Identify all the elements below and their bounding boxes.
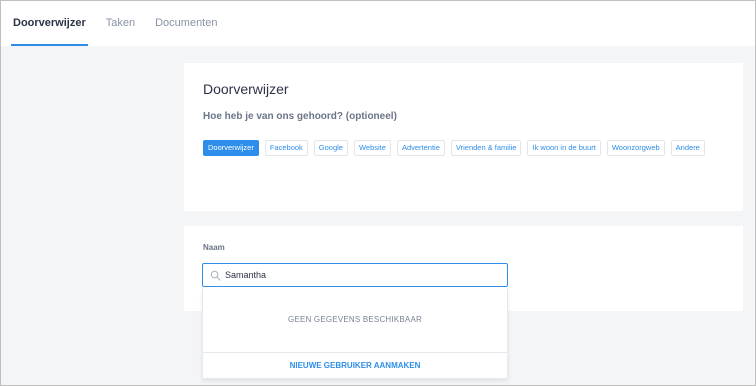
referral-question: Hoe heb je van ons gehoord? (optioneel)	[203, 111, 397, 122]
no-data-message: GEEN GEGEVENS BESCHIKBAAR	[288, 315, 422, 324]
search-results-dropdown: GEEN GEGEVENS BESCHIKBAAR NIEUWE GEBRUIK…	[202, 288, 508, 379]
option-vrienden-familie[interactable]: Vrienden & familie	[450, 140, 522, 156]
create-user-button[interactable]: NIEUWE GEBRUIKER AANMAKEN	[203, 361, 507, 370]
option-google[interactable]: Google	[313, 140, 348, 156]
name-search-input[interactable]	[225, 267, 495, 283]
option-ik-woon-in-de-buurt[interactable]: Ik woon in de buurt	[527, 140, 601, 156]
name-search-box[interactable]	[202, 263, 508, 287]
referral-title: Doorverwijzer	[203, 81, 289, 97]
tab-doorverwijzer[interactable]: Doorverwijzer	[11, 1, 88, 46]
search-icon	[210, 270, 221, 281]
referral-card: Doorverwijzer Hoe heb je van ons gehoord…	[184, 63, 743, 211]
referral-options: Doorverwijzer Facebook Google Website Ad…	[203, 140, 723, 156]
tab-documenten[interactable]: Documenten	[153, 1, 219, 46]
app-frame: Doorverwijzer Taken Documenten Doorverwi…	[0, 0, 756, 386]
option-andere[interactable]: Andere	[670, 140, 705, 156]
tab-taken[interactable]: Taken	[104, 1, 137, 46]
option-woonzorgweb[interactable]: Woonzorgweb	[606, 140, 665, 156]
name-field-label: Naam	[203, 243, 225, 252]
tab-bar: Doorverwijzer Taken Documenten	[1, 1, 755, 46]
option-doorverwijzer[interactable]: Doorverwijzer	[203, 140, 259, 156]
dropdown-divider	[203, 352, 507, 353]
option-website[interactable]: Website	[353, 140, 391, 156]
option-facebook[interactable]: Facebook	[264, 140, 308, 156]
option-advertentie[interactable]: Advertentie	[396, 140, 445, 156]
